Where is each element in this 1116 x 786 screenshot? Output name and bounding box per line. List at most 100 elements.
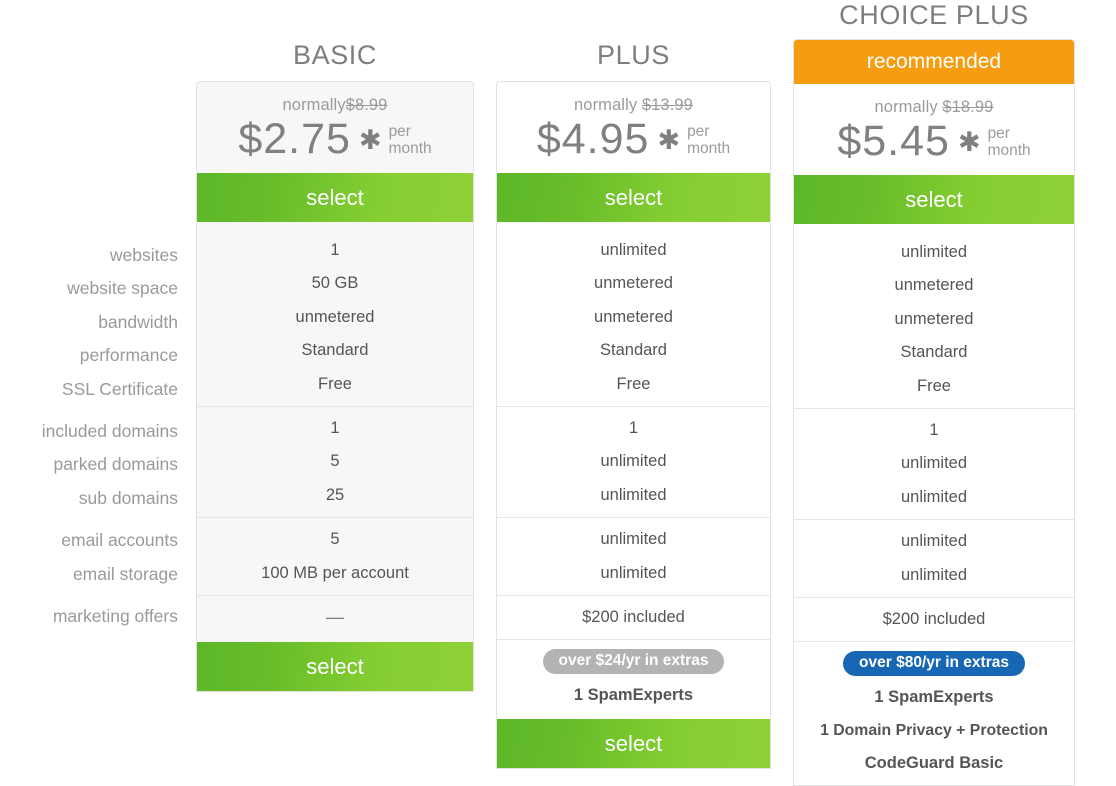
feature-label-email-accounts: email accounts (0, 524, 178, 557)
strikethrough-price: $13.99 (642, 96, 693, 114)
feature-group: 1 unlimited unlimited (497, 406, 770, 517)
extras-badge-plus: over $24/yr in extras (543, 649, 725, 674)
feature-value: unmetered (497, 267, 770, 300)
normally-prefix: normally (283, 96, 346, 114)
price-period: per month (988, 125, 1031, 159)
feature-value: unlimited (497, 557, 770, 590)
label-group-divider (0, 406, 178, 415)
feature-value: CodeGuard Basic (794, 747, 1074, 780)
current-price-choice-plus: $5.45 ✱ per month (794, 120, 1074, 163)
feature-list-choice-plus: unlimited unmetered unmetered Standard F… (794, 224, 1074, 786)
period-line-1: per (687, 123, 709, 140)
strikethrough-price: $18.99 (942, 98, 993, 116)
plan-title-choice-plus: CHOICE PLUS (793, 0, 1075, 31)
feature-value: 1 (197, 412, 473, 445)
feature-group: $200 included (794, 597, 1074, 641)
price-amount: $5.45 (837, 120, 950, 163)
feature-value: Standard (197, 334, 473, 367)
recommended-ribbon: recommended (794, 40, 1074, 84)
feature-value: 5 (197, 445, 473, 478)
feature-value: unlimited (497, 445, 770, 478)
feature-label-performance: performance (0, 339, 178, 372)
feature-group: 5 100 MB per account (197, 517, 473, 595)
feature-group: 1 50 GB unmetered Standard Free (197, 229, 473, 406)
feature-label-website-space: website space (0, 272, 178, 305)
price-amount: $2.75 (238, 118, 351, 161)
feature-value: 25 (197, 479, 473, 512)
normally-price-plus: normally $13.99 (497, 94, 770, 116)
feature-label-websites: websites (0, 239, 178, 272)
feature-value: 100 MB per account (197, 557, 473, 590)
feature-value: Free (197, 368, 473, 401)
feature-group: 1 5 25 (197, 406, 473, 517)
feature-group: — (197, 595, 473, 639)
feature-value: unlimited (794, 236, 1074, 269)
feature-value: unlimited (794, 559, 1074, 592)
feature-value: 1 (197, 234, 473, 267)
plan-card-plus: normally $13.99 $4.95 ✱ per month select… (496, 81, 771, 769)
feature-group: unlimited unmetered unmetered Standard F… (497, 229, 770, 406)
strikethrough-price: $8.99 (346, 96, 388, 114)
normally-price-choice-plus: normally $18.99 (794, 96, 1074, 118)
feature-group: 1 unlimited unlimited (794, 408, 1074, 519)
feature-value: $200 included (794, 603, 1074, 636)
feature-value: Free (497, 368, 770, 401)
feature-value: 1 (794, 414, 1074, 447)
price-amount: $4.95 (537, 118, 650, 161)
feature-group-extras: over $24/yr in extras 1 SpamExperts (497, 639, 770, 717)
plan-title-plus: PLUS (496, 40, 771, 71)
feature-value: 50 GB (197, 267, 473, 300)
select-button-basic-top[interactable]: select (197, 173, 473, 222)
feature-label-bandwidth: bandwidth (0, 306, 178, 339)
normally-prefix: normally (574, 96, 637, 114)
select-button-choice-plus-top[interactable]: select (794, 175, 1074, 224)
plan-title-basic: BASIC (196, 40, 474, 71)
feature-label-included-domains: included domains (0, 415, 178, 448)
feature-value: 1 SpamExperts (497, 679, 770, 712)
feature-value: Standard (497, 334, 770, 367)
label-group-divider (0, 591, 178, 600)
extras-badge-choice-plus: over $80/yr in extras (843, 651, 1025, 676)
current-price-plus: $4.95 ✱ per month (497, 118, 770, 161)
feature-label-column: websites website space bandwidth perform… (0, 239, 178, 633)
period-line-1: per (389, 123, 411, 140)
plan-card-choice-plus: recommended normally $18.99 $5.45 ✱ per … (793, 39, 1075, 786)
label-group-divider (0, 515, 178, 524)
feature-value: Free (794, 370, 1074, 403)
price-block-basic: normally$8.99 $2.75 ✱ per month (197, 82, 473, 173)
select-button-plus-top[interactable]: select (497, 173, 770, 222)
select-button-basic-bottom[interactable]: select (197, 642, 473, 691)
asterisk-icon: ✱ (359, 127, 382, 154)
feature-value: 5 (197, 523, 473, 556)
period-line-2: month (389, 140, 432, 157)
feature-list-plus: unlimited unmetered unmetered Standard F… (497, 222, 770, 717)
feature-value: Standard (794, 336, 1074, 369)
feature-value: unmetered (497, 301, 770, 334)
normally-price-basic: normally$8.99 (197, 94, 473, 116)
extras-badge-row: over $80/yr in extras (794, 647, 1074, 680)
price-block-plus: normally $13.99 $4.95 ✱ per month (497, 82, 770, 173)
feature-list-basic: 1 50 GB unmetered Standard Free 1 5 25 5… (197, 222, 473, 639)
feature-label-ssl-certificate: SSL Certificate (0, 373, 178, 406)
feature-value: 1 (497, 412, 770, 445)
feature-value: unlimited (794, 525, 1074, 558)
feature-value: unmetered (794, 303, 1074, 336)
price-block-choice-plus: normally $18.99 $5.45 ✱ per month (794, 84, 1074, 175)
feature-group-extras: over $80/yr in extras 1 SpamExperts 1 Do… (794, 641, 1074, 786)
extras-badge-row: over $24/yr in extras (497, 645, 770, 678)
feature-value: unlimited (794, 447, 1074, 480)
feature-group: unlimited unlimited (794, 519, 1074, 597)
feature-label-sub-domains: sub domains (0, 482, 178, 515)
asterisk-icon: ✱ (958, 129, 981, 156)
feature-value: 1 Domain Privacy + Protection (794, 714, 1074, 747)
asterisk-icon: ✱ (657, 127, 680, 154)
period-line-2: month (988, 142, 1031, 159)
feature-label-parked-domains: parked domains (0, 448, 178, 481)
feature-value: unlimited (497, 523, 770, 556)
feature-value: unmetered (794, 269, 1074, 302)
feature-value: unlimited (497, 234, 770, 267)
select-button-plus-bottom[interactable]: select (497, 719, 770, 768)
feature-label-email-storage: email storage (0, 558, 178, 591)
normally-prefix: normally (875, 98, 938, 116)
feature-group: $200 included (497, 595, 770, 639)
